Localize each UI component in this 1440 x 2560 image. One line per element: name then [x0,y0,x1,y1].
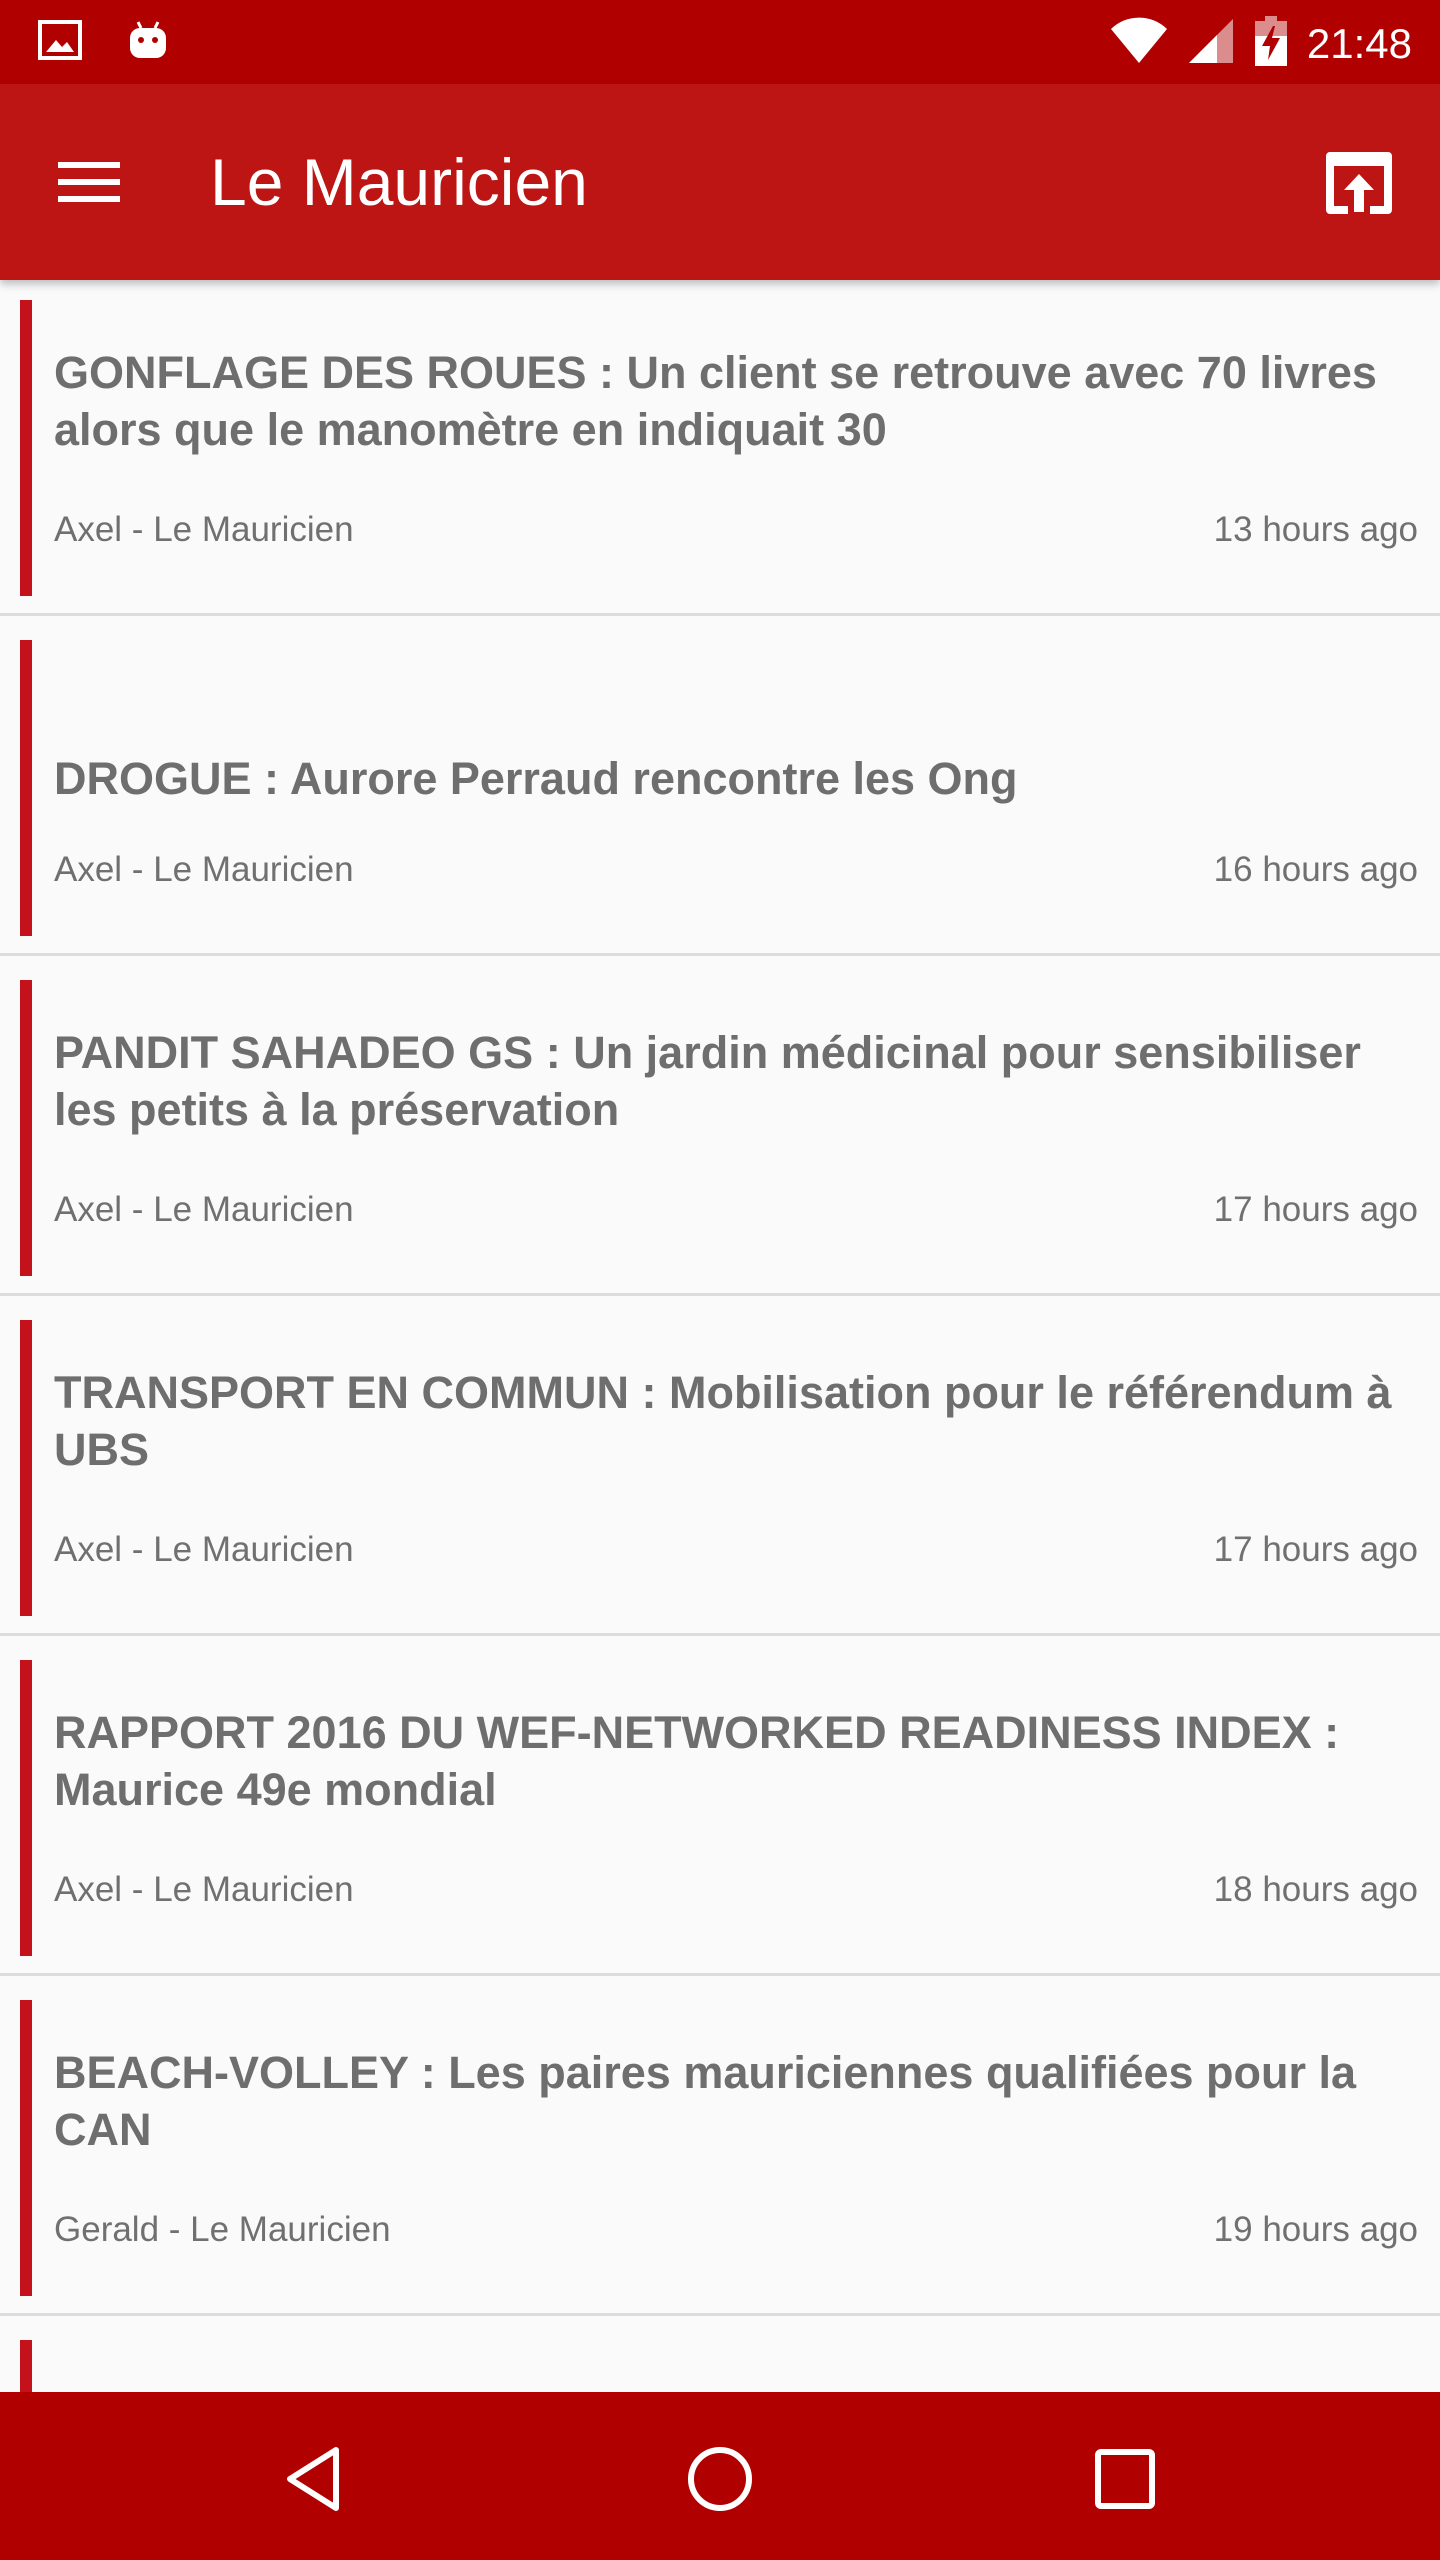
accent-bar [20,2000,32,2296]
article-title: BEACH-VOLLEY : Les paires mauriciennes q… [54,2047,1357,2155]
article-card[interactable]: BEACH-VOLLEY : Les paires mauriciennes q… [0,1980,1440,2316]
image-icon [38,20,82,65]
article-list: GONFLAGE DES ROUES : Un client se retrou… [0,280,1440,2392]
article-title: DROGUE : Aurore Perraud rencontre les On… [54,753,1018,804]
article-card[interactable]: TRANSPORT EN COMMUN : Mobilisation pour … [0,1300,1440,1636]
article-title: TRANSPORT EN COMMUN : Mobilisation pour … [54,1367,1392,1475]
article-author: Gerald - Le Mauricien [54,2210,391,2249]
cell-signal-icon [1187,17,1235,70]
status-bar: 21:48 [0,0,1440,84]
article-card[interactable]: PANDIT SAHADEO GS : Un jardin médicinal … [0,960,1440,1296]
article-time: 18 hours ago [1213,1870,1418,1909]
menu-button[interactable] [52,142,142,222]
article-time: 17 hours ago [1213,1190,1418,1229]
battery-charging-icon [1253,14,1289,73]
accent-bar [20,1660,32,1956]
accent-bar [20,980,32,1276]
article-title: PANDIT SAHADEO GS : Un jardin médicinal … [54,1027,1361,1135]
article-card[interactable]: DROGUE : Aurore Perraud rencontre les On… [0,620,1440,956]
clock: 21:48 [1306,19,1412,67]
article-time: 16 hours ago [1213,850,1418,889]
home-button[interactable] [675,2434,765,2524]
accent-bar [20,1320,32,1616]
accent-bar [20,300,32,596]
article-time: 13 hours ago [1213,510,1418,549]
article-card-partial[interactable] [0,2320,1440,2392]
article-title: RAPPORT 2016 DU WEF-NETWORKED READINESS … [54,1707,1340,1815]
open-in-browser-icon [1320,152,1398,226]
article-author: Axel - Le Mauricien [54,1190,354,1229]
open-in-browser-button[interactable] [1320,144,1398,222]
article-card[interactable]: GONFLAGE DES ROUES : Un client se retrou… [0,280,1440,616]
accent-bar [20,2340,32,2392]
recents-icon [1080,2449,1170,2528]
recents-button[interactable] [1080,2434,1170,2524]
back-button[interactable] [270,2434,360,2524]
home-icon [675,2447,765,2528]
article-author: Axel - Le Mauricien [54,510,354,549]
app-title: Le Mauricien [210,145,588,219]
accent-bar [20,640,32,936]
article-author: Axel - Le Mauricien [54,1530,354,1569]
article-author: Axel - Le Mauricien [54,850,354,889]
article-time: 17 hours ago [1213,1530,1418,1569]
back-icon [270,2447,360,2528]
article-title: GONFLAGE DES ROUES : Un client se retrou… [54,347,1377,455]
app-bar: Le Mauricien [0,84,1440,280]
article-card[interactable]: RAPPORT 2016 DU WEF-NETWORKED READINESS … [0,1640,1440,1976]
menu-icon [52,162,124,226]
wifi-icon [1109,17,1169,70]
navigation-bar [0,2392,1440,2560]
android-debug-icon [126,18,170,67]
article-author: Axel - Le Mauricien [54,1870,354,1909]
article-time: 19 hours ago [1213,2210,1418,2249]
